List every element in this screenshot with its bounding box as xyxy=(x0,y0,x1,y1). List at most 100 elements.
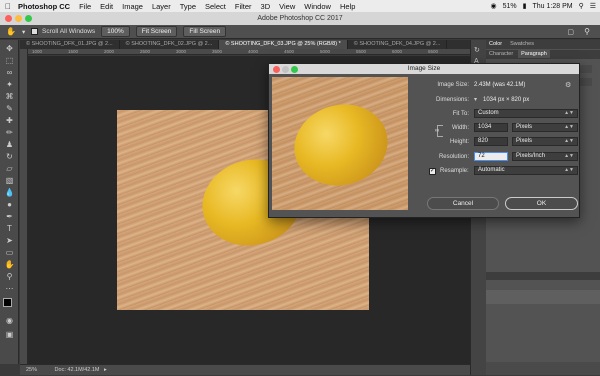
edit-toolbar-icon[interactable]: ⋯ xyxy=(3,284,16,294)
history-panel-icon[interactable]: ↻ xyxy=(474,46,480,54)
eraser-tool-icon[interactable]: ▱ xyxy=(3,164,16,174)
tab-swatches[interactable]: Swatches xyxy=(507,40,537,48)
height-label: Height: xyxy=(449,139,469,145)
tab-shooting-dfk-04[interactable]: © SHOOTING_DFK_04.JPG @ 2... xyxy=(348,40,448,49)
list-icon[interactable]: ☰ xyxy=(590,2,596,10)
battery-percent[interactable]: 51% xyxy=(503,3,517,10)
fit-screen-button[interactable]: Fit Screen xyxy=(135,26,178,37)
apple-icon[interactable]:  xyxy=(5,2,11,11)
history-brush-tool-icon[interactable]: ↻ xyxy=(3,152,16,162)
workspace-search-icon[interactable]: ⚲ xyxy=(584,27,590,36)
wifi-icon[interactable]: ◉ xyxy=(491,2,497,10)
menu-file[interactable]: File xyxy=(79,2,91,11)
resolution-unit-select[interactable]: Pixels/Inch ▲▼ xyxy=(512,152,578,161)
menu-window[interactable]: Window xyxy=(304,2,331,11)
horizontal-ruler[interactable]: 1000 1500 2000 2500 3000 3500 4000 4500 … xyxy=(28,49,470,55)
menu-3d[interactable]: 3D xyxy=(261,2,271,11)
ruler-tick-label: 3000 xyxy=(176,49,187,54)
gear-icon[interactable]: ⚙ xyxy=(565,81,571,89)
doc-size[interactable]: Doc: 42.1M/42.1M xyxy=(55,367,100,373)
tab-shooting-dfk-01[interactable]: © SHOOTING_DFK_01.JPG @ 2... xyxy=(20,40,120,49)
pen-tool-icon[interactable]: ✒ xyxy=(3,212,16,222)
type-tool-icon[interactable]: T xyxy=(3,224,16,234)
quick-select-tool-icon[interactable]: ✦ xyxy=(3,80,16,90)
height-unit-select[interactable]: Pixels ▲▼ xyxy=(512,137,578,146)
image-preview[interactable] xyxy=(272,77,408,210)
clock[interactable]: Thu 1:28 PM xyxy=(533,3,573,10)
crop-tool-icon[interactable]: ⌘ xyxy=(3,92,16,102)
gradient-tool-icon[interactable]: ▧ xyxy=(3,176,16,186)
brush-tool-icon[interactable]: ✏ xyxy=(3,128,16,138)
zoom-tool-icon[interactable]: ⚲ xyxy=(3,272,16,282)
menu-edit[interactable]: Edit xyxy=(100,2,113,11)
tools-panel: ✥ ⬚ ∞ ✦ ⌘ ✎ ✚ ✏ ♟ ↻ ▱ ▧ 💧 ● ✒ T ➤ ▭ ✋ ⚲ … xyxy=(0,40,19,364)
cancel-button[interactable]: Cancel xyxy=(427,197,499,210)
width-unit-select[interactable]: Pixels ▲▼ xyxy=(512,123,578,132)
lasso-tool-icon[interactable]: ∞ xyxy=(3,68,16,78)
menu-filter[interactable]: Filter xyxy=(235,2,252,11)
tab-shooting-dfk-03[interactable]: © SHOOTING_DFK_03.JPG @ 25% (RGB/8) * xyxy=(219,40,348,49)
width-input[interactable]: 1034 xyxy=(474,123,508,132)
window-title: Adobe Photoshop CC 2017 xyxy=(257,15,343,22)
fit-to-select[interactable]: Custom ▲▼ xyxy=(474,109,578,118)
blur-tool-icon[interactable]: 💧 xyxy=(3,188,16,198)
image-size-dialog: Image Size Image Size: 2.43M (was 42.1M)… xyxy=(268,63,580,218)
layer-row[interactable] xyxy=(486,290,600,304)
zoom-level[interactable]: 25% xyxy=(26,367,37,373)
hand-tool-icon[interactable]: ✋ xyxy=(6,27,16,36)
battery-icon[interactable]: ▮ xyxy=(523,2,527,10)
menu-type[interactable]: Type xyxy=(180,2,196,11)
marquee-tool-icon[interactable]: ⬚ xyxy=(3,56,16,66)
screen-mode-icon[interactable]: ▣ xyxy=(3,330,16,340)
foreground-color-swatch[interactable] xyxy=(3,298,12,307)
tool-preset-arrow[interactable]: ▾ xyxy=(22,28,25,36)
zoom-window-button[interactable] xyxy=(25,15,32,22)
resample-value: Automatic xyxy=(478,167,505,173)
dialog-minimize-button xyxy=(282,65,289,73)
tab-character[interactable]: Character xyxy=(486,50,516,58)
dialog-zoom-button[interactable] xyxy=(291,65,298,73)
search-icon[interactable]: ⚲ xyxy=(579,2,584,10)
resolution-input[interactable]: 72 xyxy=(474,152,508,161)
fill-screen-button[interactable]: Fill Screen xyxy=(183,26,227,37)
dialog-close-button[interactable] xyxy=(273,65,280,73)
menu-help[interactable]: Help xyxy=(340,2,355,11)
tab-shooting-dfk-02[interactable]: © SHOOTING_DFK_02.JPG @ 2... xyxy=(120,40,220,49)
scroll-all-checkbox[interactable] xyxy=(31,27,39,35)
height-unit-value: Pixels xyxy=(516,138,533,144)
zoom-100-button[interactable]: 100% xyxy=(101,26,130,37)
close-window-button[interactable] xyxy=(5,15,12,22)
healing-brush-tool-icon[interactable]: ✚ xyxy=(3,116,16,126)
dodge-tool-icon[interactable]: ● xyxy=(3,200,16,210)
menu-app[interactable]: Photoshop CC xyxy=(18,2,70,11)
quick-mask-icon[interactable]: ◉ xyxy=(3,316,16,326)
minimize-window-button[interactable] xyxy=(15,15,22,22)
tab-color[interactable]: Color xyxy=(486,40,505,48)
menu-select[interactable]: Select xyxy=(205,2,226,11)
menu-image[interactable]: Image xyxy=(122,2,143,11)
tab-paragraph[interactable]: Paragraph xyxy=(518,50,550,58)
dimensions-dropdown-icon[interactable]: ▾ xyxy=(474,96,477,103)
rectangle-tool-icon[interactable]: ▭ xyxy=(3,248,16,258)
image-size-label: Image Size: xyxy=(437,82,469,88)
path-selection-tool-icon[interactable]: ➤ xyxy=(3,236,16,246)
menu-layer[interactable]: Layer xyxy=(152,2,171,11)
clone-stamp-tool-icon[interactable]: ♟ xyxy=(3,140,16,150)
chevron-down-icon: ▲▼ xyxy=(564,153,574,159)
workspace-switcher-icon[interactable]: ▢ xyxy=(567,28,574,36)
menu-view[interactable]: View xyxy=(279,2,295,11)
document-tabs: © SHOOTING_DFK_01.JPG @ 2... © SHOOTING_… xyxy=(20,40,470,49)
resample-checkbox[interactable]: ✓ xyxy=(429,168,436,175)
chevron-down-icon: ▲▼ xyxy=(564,110,574,116)
eyedropper-tool-icon[interactable]: ✎ xyxy=(3,104,16,114)
dimensions-label: Dimensions: xyxy=(435,97,469,103)
layers-panel-header[interactable] xyxy=(486,272,600,280)
height-input[interactable]: 820 xyxy=(474,137,508,146)
move-tool-icon[interactable]: ✥ xyxy=(3,44,16,54)
resample-select[interactable]: Automatic ▲▼ xyxy=(474,166,578,175)
ok-button[interactable]: OK xyxy=(505,197,578,210)
status-arrow-icon[interactable]: ▸ xyxy=(104,367,107,373)
hand-tool-icon[interactable]: ✋ xyxy=(3,260,16,270)
scroll-all-label: Scroll All Windows xyxy=(42,28,96,36)
vertical-ruler[interactable] xyxy=(20,49,28,364)
